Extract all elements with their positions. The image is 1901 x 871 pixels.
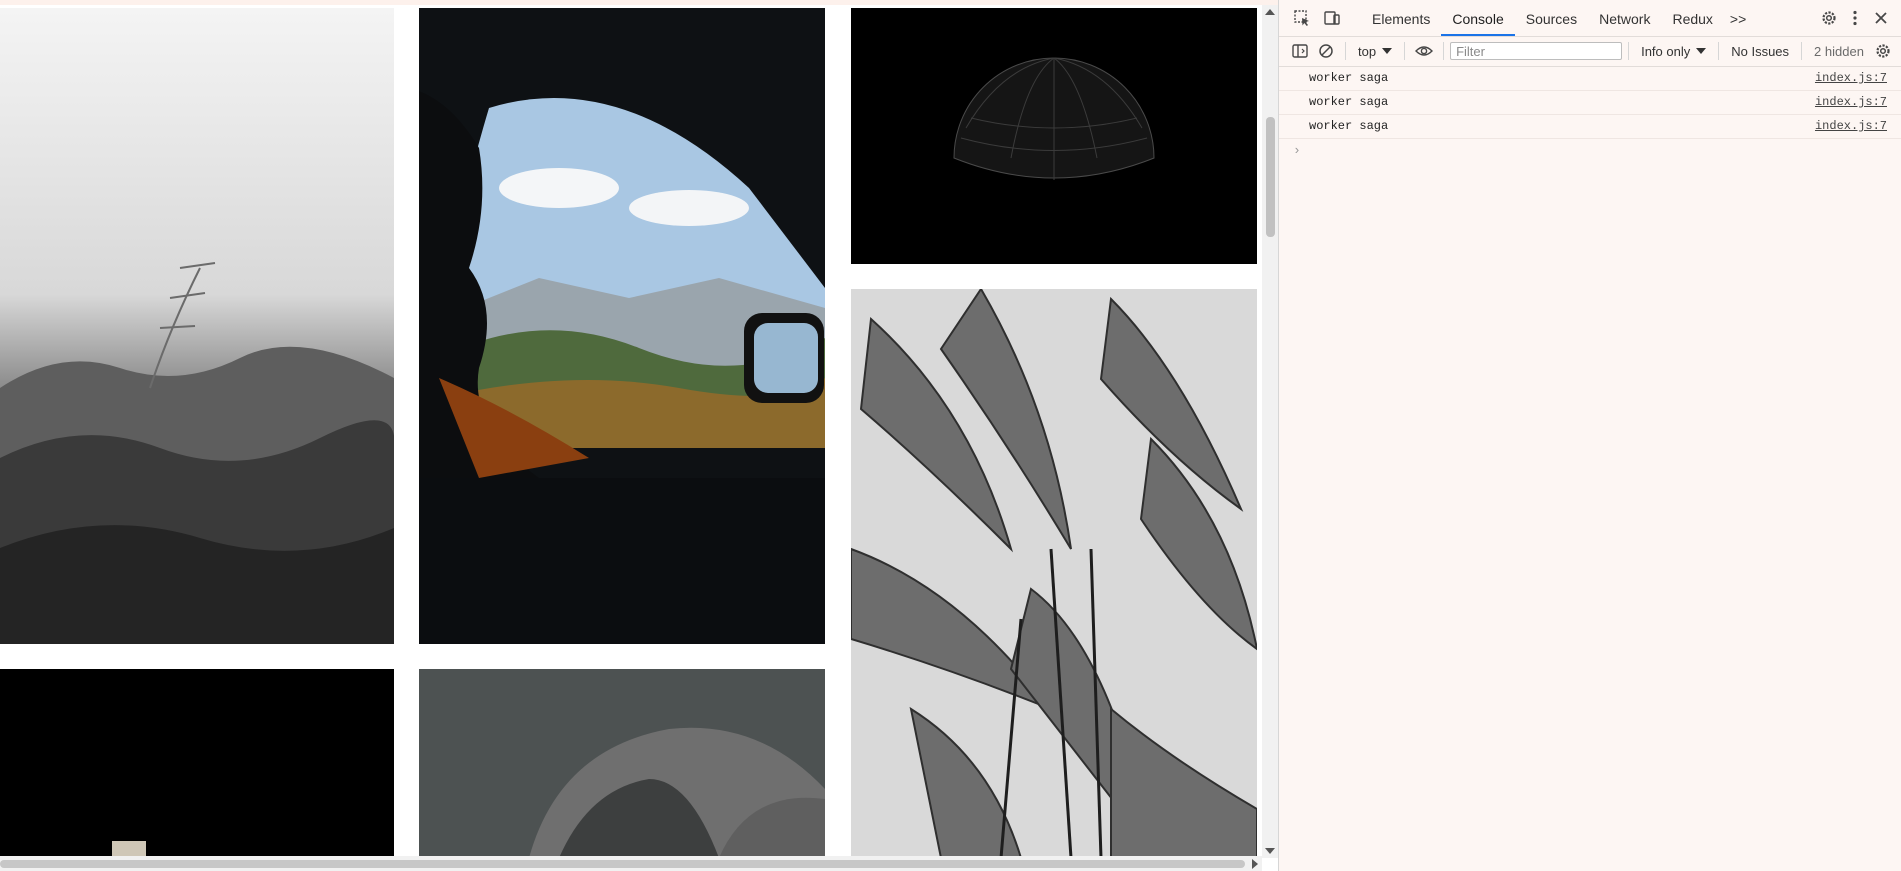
horizontal-scroll-thumb[interactable]: [0, 860, 1245, 868]
toolbar-divider: [1718, 42, 1720, 60]
kebab-menu-icon[interactable]: [1842, 5, 1868, 31]
filter-input[interactable]: [1450, 42, 1623, 60]
chevron-down-icon: [1382, 48, 1393, 54]
toolbar-divider: [1443, 42, 1445, 60]
issues-button[interactable]: No Issues: [1725, 44, 1795, 59]
settings-icon[interactable]: [1816, 5, 1842, 31]
scroll-up-icon[interactable]: [1265, 9, 1275, 15]
tab-elements[interactable]: Elements: [1361, 0, 1441, 36]
console-message: worker saga index.js:7: [1279, 91, 1901, 115]
device-toolbar-icon[interactable]: [1319, 5, 1345, 31]
scroll-right-icon[interactable]: [1252, 859, 1258, 869]
console-prompt[interactable]: ›: [1293, 143, 1301, 158]
gray-abstract-photo[interactable]: [419, 669, 825, 858]
console-toolbar: top Info only No Issues 2 hidden: [1279, 36, 1901, 67]
log-level-label: Info only: [1641, 43, 1691, 59]
tab-console[interactable]: Console: [1441, 0, 1515, 36]
console-message-source-link[interactable]: index.js:7: [1815, 91, 1887, 114]
devtools-tab-bar: Elements Console Sources Network Redux >…: [1279, 0, 1901, 37]
clear-console-icon[interactable]: [1313, 38, 1339, 64]
console-message-source-link[interactable]: index.js:7: [1815, 67, 1887, 90]
devtools-panel: Elements Console Sources Network Redux >…: [1278, 0, 1901, 871]
inspect-icon[interactable]: [1289, 5, 1315, 31]
dark-photo[interactable]: [0, 669, 394, 858]
tab-redux[interactable]: Redux: [1661, 0, 1723, 36]
console-settings-icon[interactable]: [1870, 38, 1896, 64]
grass-photo[interactable]: [0, 8, 394, 644]
close-icon[interactable]: [1868, 5, 1894, 31]
wireframe-dome-photo[interactable]: [851, 8, 1257, 264]
page-vertical-scrollbar[interactable]: [1262, 5, 1278, 858]
context-label: top: [1358, 43, 1377, 59]
console-message-text: worker saga: [1309, 95, 1389, 109]
tab-sources[interactable]: Sources: [1515, 0, 1588, 36]
eye-icon[interactable]: [1411, 38, 1437, 64]
toolbar-divider: [1404, 42, 1406, 60]
hidden-count: 2 hidden: [1814, 43, 1864, 59]
context-selector[interactable]: top: [1352, 44, 1398, 59]
chevron-down-icon: [1696, 48, 1707, 54]
sidebar-icon[interactable]: [1287, 38, 1313, 64]
tab-network[interactable]: Network: [1588, 0, 1661, 36]
toolbar-divider: [1801, 42, 1803, 60]
console-log: worker saga index.js:7 worker saga index…: [1279, 67, 1901, 158]
console-message: worker saga index.js:7: [1279, 67, 1901, 91]
vertical-scroll-thumb[interactable]: [1266, 117, 1275, 237]
toolbar-divider: [1345, 42, 1346, 60]
toolbar-divider: [1628, 42, 1630, 60]
log-level-selector[interactable]: Info only: [1635, 44, 1712, 59]
palm-leaves-photo[interactable]: [851, 289, 1257, 858]
more-tabs-button[interactable]: >>: [1724, 0, 1752, 36]
console-message-text: worker saga: [1309, 71, 1389, 85]
page-horizontal-scrollbar[interactable]: [0, 856, 1262, 871]
console-message: worker saga index.js:7: [1279, 115, 1901, 139]
scroll-down-icon[interactable]: [1265, 848, 1275, 854]
car-window-photo[interactable]: [419, 8, 825, 644]
console-message-source-link[interactable]: index.js:7: [1815, 115, 1887, 138]
console-message-text: worker saga: [1309, 119, 1389, 133]
page-top-border: [0, 0, 1278, 5]
page-viewport: [0, 0, 1278, 871]
